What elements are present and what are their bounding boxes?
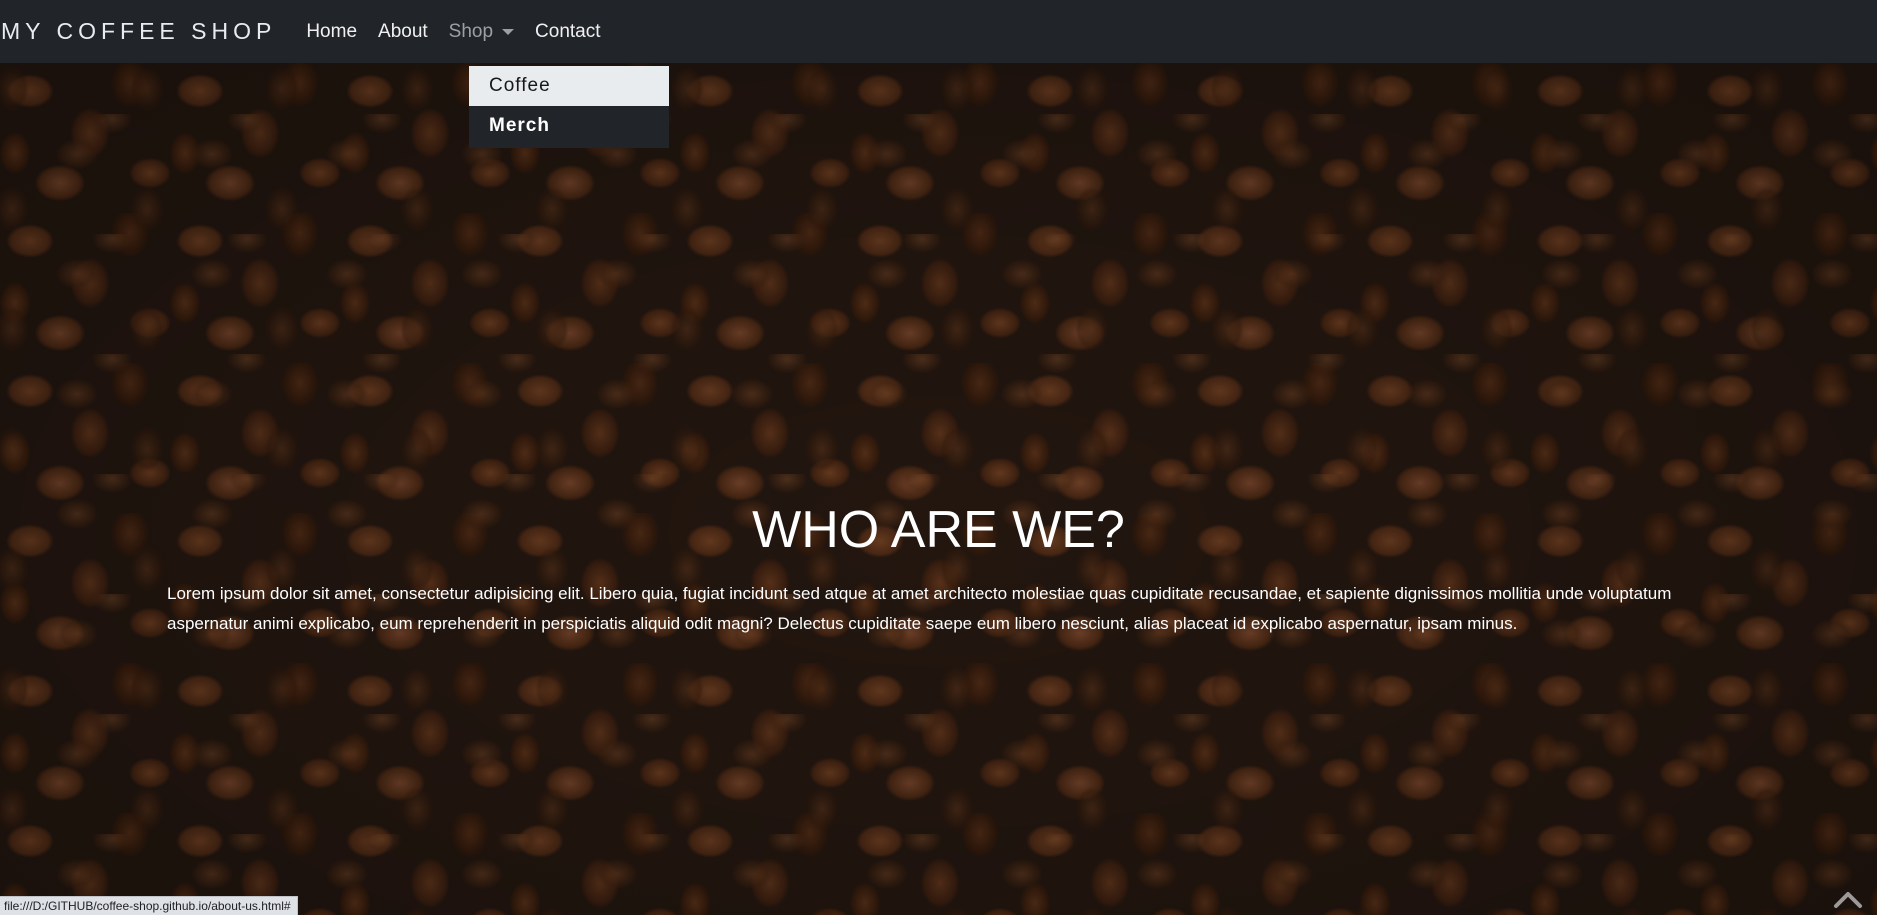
nav-link-about[interactable]: About — [378, 21, 428, 43]
shop-dropdown-menu: Coffee Merch — [469, 66, 669, 148]
nav-link-contact[interactable]: Contact — [535, 21, 600, 43]
about-paragraph: Lorem ipsum dolor sit amet, consectetur … — [167, 584, 1672, 633]
dropdown-item-coffee[interactable]: Coffee — [469, 66, 669, 106]
page-title: WHO ARE WE? — [752, 501, 1125, 559]
caret-down-icon — [502, 28, 515, 35]
nav-link-shop-label: Shop — [448, 20, 494, 42]
brand-logo[interactable]: MY COFFEE SHOP — [1, 18, 276, 45]
top-navbar: MY COFFEE SHOP Home About Shop Contact — [0, 0, 1877, 63]
dropdown-item-merch[interactable]: Merch — [469, 106, 669, 146]
nav-link-shop-dropdown[interactable]: Shop — [448, 20, 515, 43]
about-section: WHO ARE WE? Lorem ipsum dolor sit amet, … — [0, 0, 1877, 915]
nav-link-home[interactable]: Home — [306, 21, 357, 43]
browser-status-url: file:///D:/GITHUB/coffee-shop.github.io/… — [0, 896, 298, 915]
chevron-up-icon[interactable] — [1833, 887, 1863, 909]
